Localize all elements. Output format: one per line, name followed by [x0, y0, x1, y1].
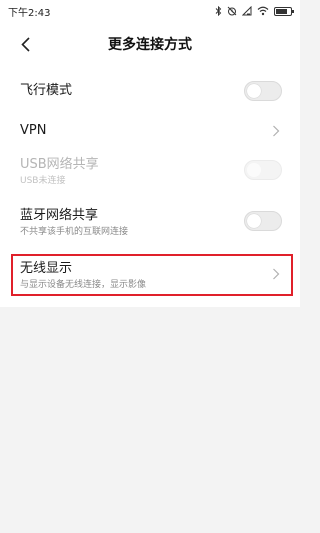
back-button[interactable] [14, 32, 36, 56]
bluetooth-icon [215, 6, 222, 16]
settings-item-vpn[interactable]: VPN [0, 114, 300, 148]
settings-item-bluetooth-tethering[interactable]: 蓝牙网络共享 不共享该手机的互联网连接 [0, 203, 300, 243]
settings-item-wireless-display[interactable]: 无线显示 与显示设备无线连接，显示影像 [0, 256, 300, 296]
status-bar: 下午2:43 [0, 0, 300, 22]
settings-item-title: VPN [20, 123, 47, 138]
settings-item-title: 无线显示 [20, 261, 73, 276]
settings-item-airplane-mode[interactable]: 飞行模式 [0, 74, 300, 108]
airplane-mode-toggle[interactable] [244, 81, 282, 101]
page-title: 更多连接方式 [108, 37, 192, 53]
settings-item-usb-tethering: USB网络共享 USB未连接 [0, 152, 300, 192]
status-time: 下午2:43 [8, 7, 51, 19]
signal-icon [242, 6, 252, 16]
chevron-left-icon [20, 36, 30, 52]
chevron-right-icon [273, 268, 280, 280]
battery-icon [274, 6, 294, 16]
toggle-knob [247, 163, 261, 177]
wifi-icon [257, 6, 269, 16]
bluetooth-tethering-toggle[interactable] [244, 211, 282, 231]
settings-item-subtitle: 与显示设备无线连接，显示影像 [20, 280, 147, 290]
title-bar: 更多连接方式 [0, 22, 300, 66]
toggle-knob [247, 84, 261, 98]
status-icons [215, 6, 294, 16]
battery-fill [276, 8, 287, 14]
chevron-right-icon [273, 125, 280, 137]
alarm-icon [227, 6, 237, 16]
toggle-knob [247, 214, 261, 228]
usb-tethering-toggle [244, 160, 282, 180]
settings-list: 飞行模式 VPN USB网络共享 USB未连接 蓝牙网络共享 不共享该手机的互联… [0, 66, 300, 307]
